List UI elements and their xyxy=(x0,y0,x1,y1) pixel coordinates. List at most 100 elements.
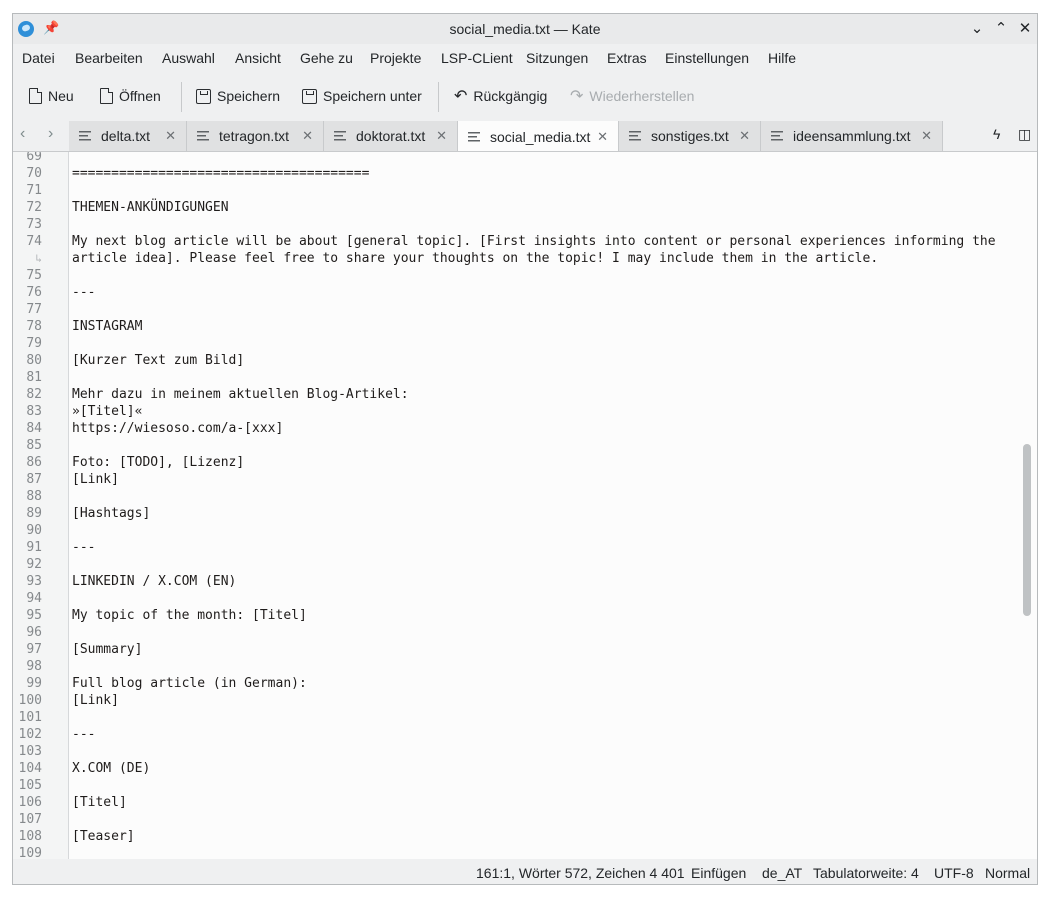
tab-social-media[interactable]: social_media.txt ✕ xyxy=(458,121,619,154)
menu-auswahl[interactable]: Auswahl xyxy=(162,50,215,66)
new-document-icon xyxy=(29,88,42,104)
close-tab-icon[interactable]: ✕ xyxy=(597,129,608,145)
line-text[interactable]: LINKEDIN / X.COM (EN) xyxy=(72,573,236,590)
text-file-icon xyxy=(79,130,91,142)
menu-hilfe[interactable]: Hilfe xyxy=(768,50,796,66)
menu-gehe-zu[interactable]: Gehe zu xyxy=(300,50,353,66)
line-text[interactable]: THEMEN-ANKÜNDIGUNGEN xyxy=(72,199,229,216)
menu-projekte[interactable]: Projekte xyxy=(370,50,421,66)
main-toolbar: Neu Öffnen Speichern Speichern unter ↶ R… xyxy=(13,76,1037,116)
file-encoding[interactable]: UTF-8 xyxy=(934,865,974,881)
line-text[interactable]: [Kurzer Text zum Bild] xyxy=(72,352,244,369)
window-title: social_media.txt — Kate xyxy=(449,21,601,37)
text-file-icon xyxy=(334,130,346,142)
menu-ansicht[interactable]: Ansicht xyxy=(235,50,281,66)
line-number: 83 xyxy=(26,404,42,419)
line-text[interactable]: My next blog article will be about [gene… xyxy=(72,233,996,250)
line-number: 84 xyxy=(26,421,42,436)
line-number: 70 xyxy=(26,166,42,181)
menubar: Datei Bearbeiten Auswahl Ansicht Gehe zu… xyxy=(13,44,1037,72)
line-text[interactable]: [Summary] xyxy=(72,641,142,658)
chevron-right-icon[interactable]: › xyxy=(48,125,53,143)
split-view-icon[interactable]: ◫ xyxy=(1018,126,1031,143)
line-text[interactable]: [Link] xyxy=(72,471,119,488)
line-text[interactable]: ====================================== xyxy=(72,165,369,182)
maximize-icon[interactable]: ⌃ xyxy=(991,19,1011,39)
open-button[interactable]: Öffnen xyxy=(100,86,161,106)
menu-datei[interactable]: Datei xyxy=(22,50,55,66)
line-text[interactable]: [Titel] xyxy=(72,794,127,811)
line-text[interactable]: Mehr dazu in meinem aktuellen Blog-Artik… xyxy=(72,386,409,403)
close-tab-icon[interactable]: ✕ xyxy=(921,128,932,144)
line-number: 105 xyxy=(18,778,42,793)
undo-button[interactable]: ↶ Rückgängig xyxy=(454,86,547,106)
line-text[interactable]: article idea]. Please feel free to share… xyxy=(72,250,878,267)
line-text[interactable]: [Link] xyxy=(72,692,119,709)
cursor-position[interactable]: 161:1, Wörter 572, Zeichen 4 401 xyxy=(476,865,685,881)
input-mode[interactable]: Normal xyxy=(985,865,1030,881)
new-button[interactable]: Neu xyxy=(29,86,74,106)
spellcheck-language[interactable]: de_AT xyxy=(762,865,802,881)
tab-label: sonstiges.txt xyxy=(651,128,729,144)
line-text[interactable]: https://wiesoso.com/a-[xxx] xyxy=(72,420,283,437)
line-number: 97 xyxy=(26,642,42,657)
menu-extras[interactable]: Extras xyxy=(607,50,647,66)
line-text[interactable]: X.COM (DE) xyxy=(72,760,150,777)
text-file-icon xyxy=(629,130,641,142)
tab-doktorat[interactable]: doktorat.txt ✕ xyxy=(324,121,458,151)
save-button-label: Speichern xyxy=(217,88,281,104)
redo-button[interactable]: ↷ Wiederherstellen xyxy=(570,86,694,106)
chevron-down-icon[interactable]: ⌄ xyxy=(967,19,987,39)
toolbar-separator xyxy=(438,82,439,112)
line-number: 73 xyxy=(26,217,42,232)
close-tab-icon[interactable]: ✕ xyxy=(739,128,750,144)
line-text[interactable]: --- xyxy=(72,284,95,301)
tab-tetragon[interactable]: tetragon.txt ✕ xyxy=(187,121,324,151)
line-number: 103 xyxy=(18,744,42,759)
line-number: 90 xyxy=(26,523,42,538)
menu-bearbeiten[interactable]: Bearbeiten xyxy=(75,50,143,66)
document-tabbar: ‹ › delta.txt ✕ tetragon.txt ✕ doktorat.… xyxy=(13,120,1037,154)
text-file-icon xyxy=(197,130,209,142)
tab-label: doktorat.txt xyxy=(356,128,426,144)
editor-view[interactable]: 69 70 ====================================… xyxy=(13,151,1037,859)
menu-einstellungen[interactable]: Einstellungen xyxy=(665,50,749,66)
close-tab-icon[interactable]: ✕ xyxy=(302,128,313,144)
line-text[interactable]: INSTAGRAM xyxy=(72,318,142,335)
close-icon[interactable]: ✕ xyxy=(1015,19,1035,39)
tab-width[interactable]: Tabulatorweite: 4 xyxy=(813,865,919,881)
tab-delta[interactable]: delta.txt ✕ xyxy=(69,121,187,151)
scrollbar-thumb[interactable] xyxy=(1023,444,1031,616)
line-text[interactable]: --- xyxy=(72,726,95,743)
quick-open-icon[interactable]: ϟ xyxy=(993,126,1000,142)
save-as-button[interactable]: Speichern unter xyxy=(302,86,422,106)
line-number: 77 xyxy=(26,302,42,317)
line-number: 109 xyxy=(18,846,42,859)
line-number: 86 xyxy=(26,455,42,470)
line-number: 72 xyxy=(26,200,42,215)
edit-mode[interactable]: Einfügen xyxy=(691,865,746,881)
menu-sitzungen[interactable]: Sitzungen xyxy=(526,50,588,66)
save-button[interactable]: Speichern xyxy=(196,86,280,106)
redo-button-label: Wiederherstellen xyxy=(589,88,695,104)
line-number: 89 xyxy=(26,506,42,521)
wrap-indicator-icon: ↳ xyxy=(35,252,42,265)
chevron-left-icon[interactable]: ‹ xyxy=(20,125,25,143)
menu-lsp-client[interactable]: LSP-CLient xyxy=(441,50,513,66)
line-text[interactable]: Full blog article (in German): xyxy=(72,675,307,692)
vertical-scrollbar[interactable] xyxy=(1023,152,1031,859)
line-number: 94 xyxy=(26,591,42,606)
tab-label: social_media.txt xyxy=(490,129,591,145)
save-as-button-label: Speichern unter xyxy=(323,88,422,104)
line-text[interactable]: My topic of the month: [Titel] xyxy=(72,607,307,624)
line-text[interactable]: Foto: [TODO], [Lizenz] xyxy=(72,454,244,471)
line-text[interactable]: [Hashtags] xyxy=(72,505,150,522)
tab-ideensammlung[interactable]: ideensammlung.txt ✕ xyxy=(761,121,943,151)
line-text[interactable]: [Teaser] xyxy=(72,828,135,845)
line-number: 81 xyxy=(26,370,42,385)
line-text[interactable]: »[Titel]« xyxy=(72,403,142,420)
line-text[interactable]: --- xyxy=(72,539,95,556)
tab-sonstiges[interactable]: sonstiges.txt ✕ xyxy=(619,121,761,151)
close-tab-icon[interactable]: ✕ xyxy=(165,128,176,144)
close-tab-icon[interactable]: ✕ xyxy=(436,128,447,144)
